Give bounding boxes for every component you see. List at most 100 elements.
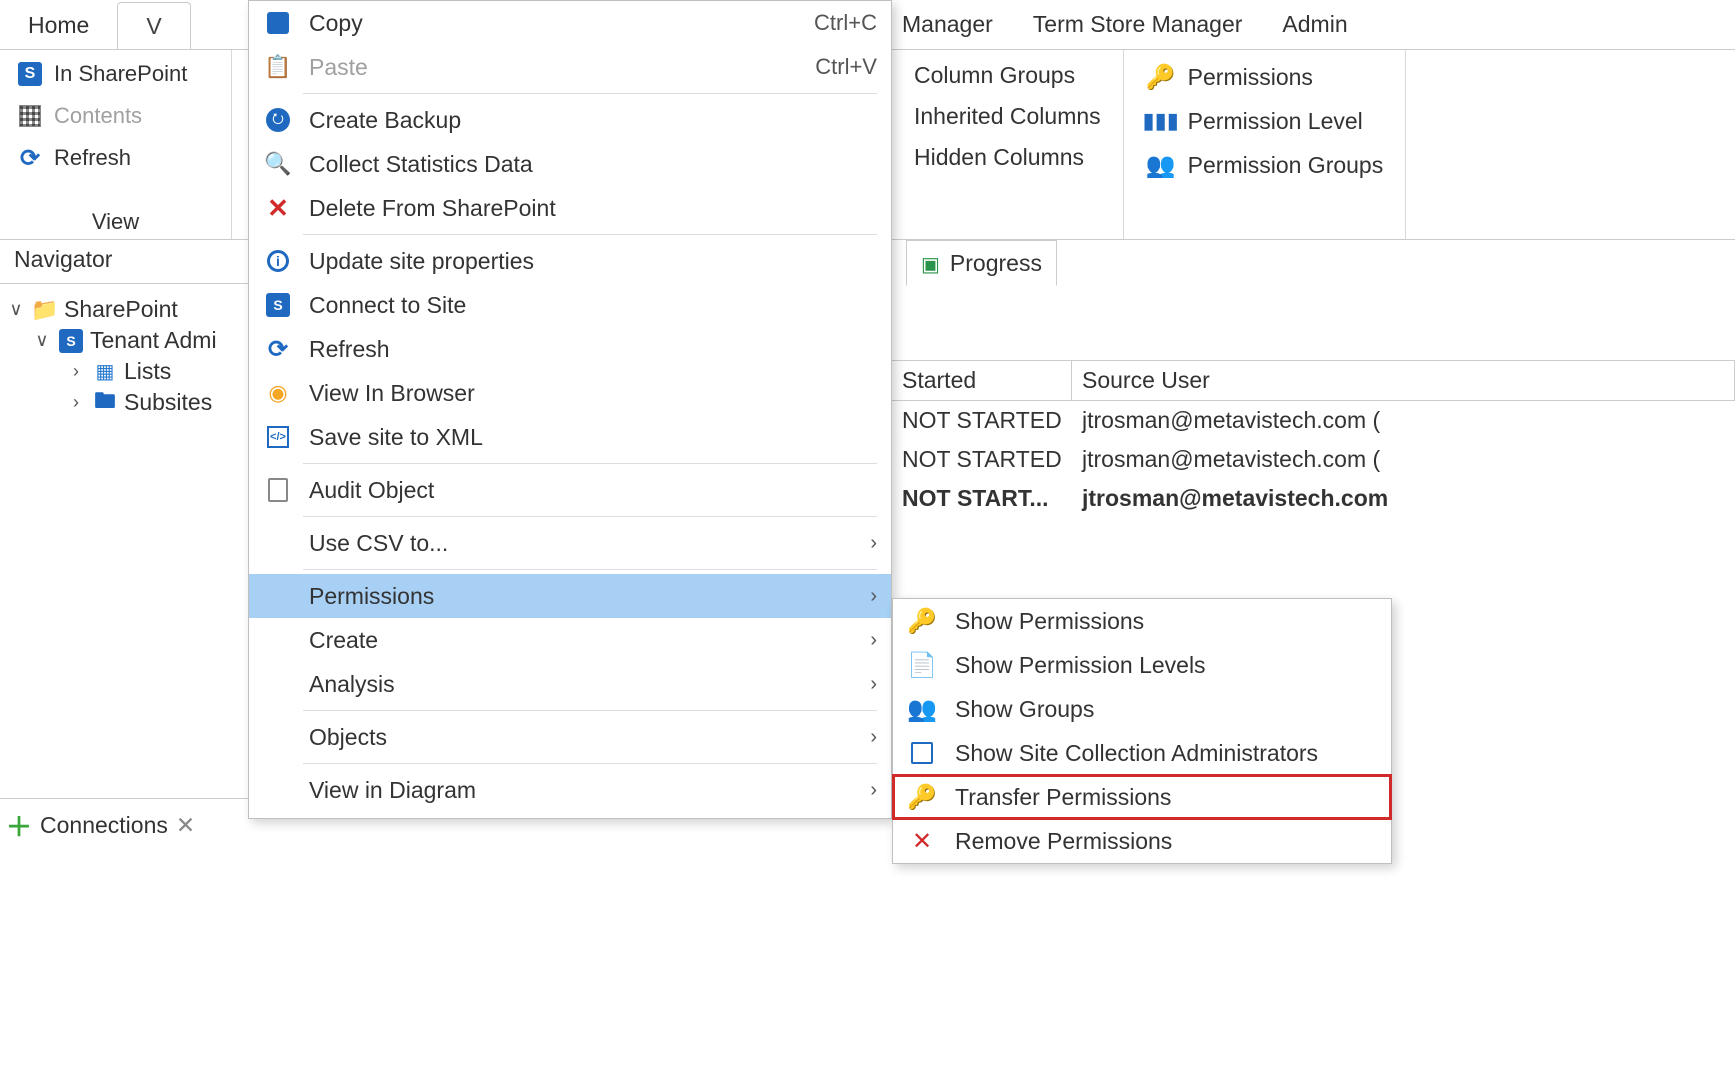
col-source-user[interactable]: Source User xyxy=(1072,361,1735,400)
ctx-view-in-browser[interactable]: ◉ View In Browser xyxy=(249,371,891,415)
table-row[interactable]: NOT START... jtrosman@metavistech.com xyxy=(892,479,1735,518)
ctx-separator xyxy=(303,569,877,570)
ctx-permissions[interactable]: Permissions › xyxy=(249,574,891,618)
ctx-paste-label: Paste xyxy=(295,54,815,81)
cell-started: NOT STARTED xyxy=(892,401,1072,440)
sub-transfer-permissions[interactable]: 🔑 Transfer Permissions xyxy=(893,775,1391,819)
ctx-connect-label: Connect to Site xyxy=(295,292,877,319)
jobs-table: Started Source User NOT STARTED jtrosman… xyxy=(892,360,1735,518)
ctx-separator xyxy=(303,463,877,464)
close-icon[interactable]: ✕ xyxy=(176,812,195,839)
sub-show-site-collection-admins[interactable]: Show Site Collection Administrators xyxy=(893,731,1391,775)
tree-tenant-admin[interactable]: ∨ S Tenant Admi xyxy=(6,325,244,356)
delete-icon: ✕ xyxy=(261,193,295,224)
sub-show-admins-label: Show Site Collection Administrators xyxy=(939,740,1377,767)
contents-icon xyxy=(16,102,44,130)
cell-started: NOT STARTED xyxy=(892,440,1072,479)
sub-show-permissions[interactable]: 🔑 Show Permissions xyxy=(893,599,1391,643)
ctx-collect-stats[interactable]: 🔍 Collect Statistics Data xyxy=(249,142,891,186)
ribbon-permission-groups[interactable]: 👥 Permission Groups xyxy=(1144,146,1386,184)
navigator-panel: Navigator ∨ 📁 SharePoint ∨ S Tenant Admi… xyxy=(0,240,250,800)
table-row[interactable]: NOT STARTED jtrosman@metavistech.com ( xyxy=(892,401,1735,440)
ctx-analysis-label: Analysis xyxy=(295,671,860,698)
tree-subsites[interactable]: › 🖿 Subsites xyxy=(6,387,244,418)
ribbon-hidden-columns-label: Hidden Columns xyxy=(914,144,1084,171)
ctx-view-browser-label: View In Browser xyxy=(295,380,877,407)
ctx-copy[interactable]: Copy Ctrl+C xyxy=(249,1,891,45)
ctx-update-site-properties[interactable]: i Update site properties xyxy=(249,239,891,283)
navigator-tree: ∨ 📁 SharePoint ∨ S Tenant Admi › ▦ Lists… xyxy=(0,284,250,428)
tab-home[interactable]: Home xyxy=(0,2,117,49)
ctx-audit-label: Audit Object xyxy=(295,477,877,504)
ctx-analysis[interactable]: Analysis › xyxy=(249,662,891,706)
plus-icon: ＋ xyxy=(6,807,32,844)
ribbon-inherited-columns[interactable]: Inherited Columns xyxy=(912,99,1103,134)
tree-sharepoint-root[interactable]: ∨ 📁 SharePoint xyxy=(6,294,244,325)
tab-manager[interactable]: Manager xyxy=(902,11,993,38)
ctx-use-csv-to[interactable]: Use CSV to... › xyxy=(249,521,891,565)
ctx-view-in-diagram[interactable]: View in Diagram › xyxy=(249,768,891,812)
ctx-create-label: Create xyxy=(295,627,860,654)
right-ribbon-fragment: Column Groups Inherited Columns Hidden C… xyxy=(892,50,1735,240)
tree-twisty-icon[interactable]: ∨ xyxy=(6,299,26,320)
frame-icon xyxy=(905,742,939,764)
ribbon-contents[interactable]: Contents xyxy=(10,98,221,134)
ribbon-permissions[interactable]: 🔑 Permissions xyxy=(1144,58,1386,96)
key-x-icon: ✕ xyxy=(905,827,939,856)
ribbon-permission-level[interactable]: ▮▮▮ Permission Level xyxy=(1144,102,1386,140)
connections-label: Connections xyxy=(40,812,168,839)
right-tabs-fragment: Manager Term Store Manager Admin xyxy=(892,0,1735,50)
tab-active-hidden[interactable]: V xyxy=(117,2,190,50)
tree-sharepoint-label: SharePoint xyxy=(64,296,178,323)
tree-lists[interactable]: › ▦ Lists xyxy=(6,356,244,387)
users-icon: 👥 xyxy=(905,695,939,724)
tab-term-store-manager[interactable]: Term Store Manager xyxy=(1033,11,1243,38)
ctx-permissions-label: Permissions xyxy=(295,583,860,610)
ribbon-refresh[interactable]: ⟳ Refresh xyxy=(10,140,221,176)
ctx-refresh[interactable]: ⟳ Refresh xyxy=(249,327,891,371)
sharepoint-icon: S xyxy=(261,293,295,317)
navigator-title: Navigator xyxy=(14,246,112,273)
ctx-diagram-label: View in Diagram xyxy=(295,777,860,804)
ctx-connect-to-site[interactable]: S Connect to Site xyxy=(249,283,891,327)
ctx-create[interactable]: Create › xyxy=(249,618,891,662)
tree-twisty-icon[interactable]: ∨ xyxy=(32,330,52,351)
ribbon-hidden-columns[interactable]: Hidden Columns xyxy=(912,140,1103,175)
sub-show-permission-levels[interactable]: 📄 Show Permission Levels xyxy=(893,643,1391,687)
ctx-delete-label: Delete From SharePoint xyxy=(295,195,877,222)
ribbon-in-sharepoint[interactable]: S In SharePoint xyxy=(10,56,221,92)
submenu-arrow-icon: › xyxy=(860,585,877,608)
ctx-objects[interactable]: Objects › xyxy=(249,715,891,759)
ctx-update-props-label: Update site properties xyxy=(295,248,877,275)
key-icon: 🔑 xyxy=(1146,62,1176,92)
sharepoint-s-icon: S xyxy=(16,60,44,88)
tree-twisty-icon[interactable]: › xyxy=(66,361,86,382)
doc-user-icon: 📄 xyxy=(905,651,939,680)
sharepoint-node-icon: S xyxy=(58,328,84,354)
ctx-paste[interactable]: 📋 Paste Ctrl+V xyxy=(249,45,891,89)
tree-lists-label: Lists xyxy=(124,358,171,385)
table-row[interactable]: NOT STARTED jtrosman@metavistech.com ( xyxy=(892,440,1735,479)
refresh-icon: ⟳ xyxy=(16,144,44,172)
submenu-arrow-icon: › xyxy=(860,532,877,555)
backup-icon: ⭮ xyxy=(261,108,295,132)
sub-remove-permissions[interactable]: ✕ Remove Permissions xyxy=(893,819,1391,863)
tree-twisty-icon[interactable]: › xyxy=(66,392,86,413)
progress-tab[interactable]: ▣ Progress xyxy=(906,240,1057,286)
ctx-audit-object[interactable]: Audit Object xyxy=(249,468,891,512)
sub-show-groups[interactable]: 👥 Show Groups xyxy=(893,687,1391,731)
ctx-create-backup[interactable]: ⭮ Create Backup xyxy=(249,98,891,142)
key-swap-icon: 🔑 xyxy=(905,783,939,812)
tab-admin[interactable]: Admin xyxy=(1282,11,1347,38)
progress-label: Progress xyxy=(950,250,1042,277)
info-icon: i xyxy=(261,250,295,272)
col-started[interactable]: Started xyxy=(892,361,1072,400)
ctx-save-site-to-xml[interactable]: </> Save site to XML xyxy=(249,415,891,459)
submenu-arrow-icon: › xyxy=(860,629,877,652)
audit-icon xyxy=(261,478,295,502)
connections-tab[interactable]: ＋ Connections ✕ xyxy=(0,798,250,852)
xml-icon: </> xyxy=(261,426,295,448)
ctx-separator xyxy=(303,234,877,235)
ctx-delete-from-sharepoint[interactable]: ✕ Delete From SharePoint xyxy=(249,186,891,230)
ribbon-column-groups[interactable]: Column Groups xyxy=(912,58,1103,93)
